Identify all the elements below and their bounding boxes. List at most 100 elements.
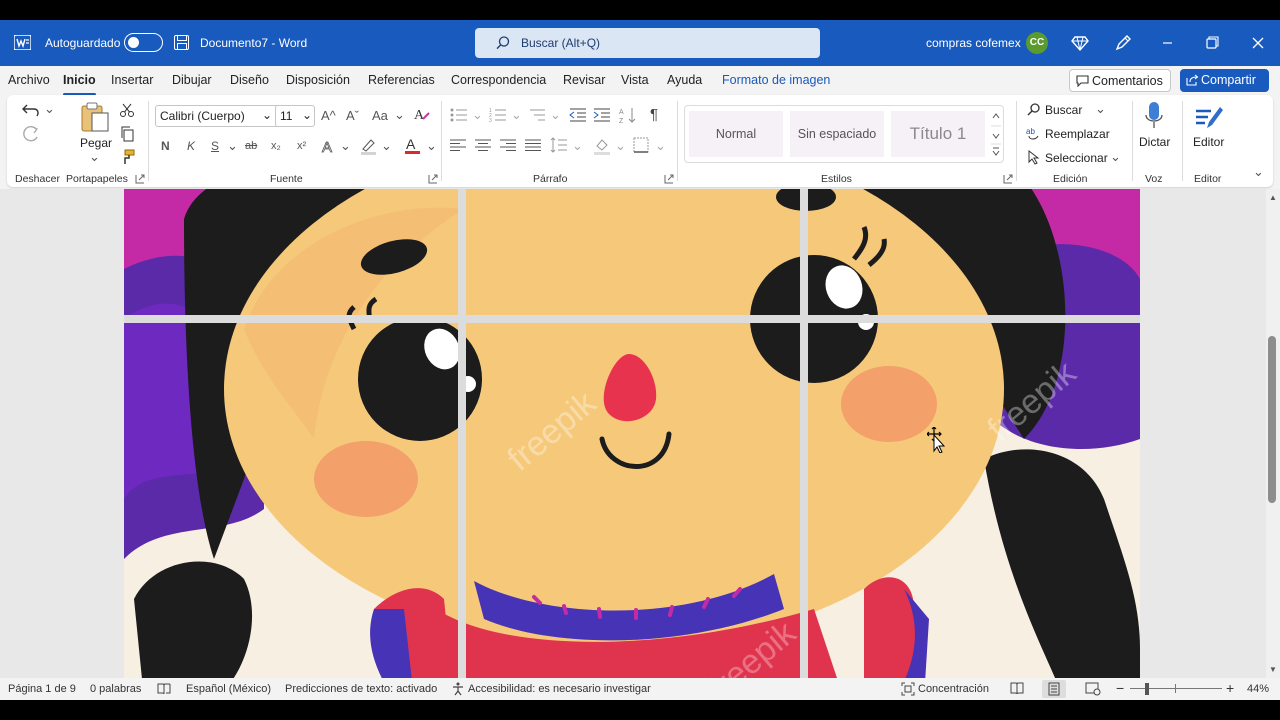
- multilevel-list-icon[interactable]: [528, 108, 546, 122]
- format-painter-icon[interactable]: [119, 149, 135, 165]
- tab-inicio[interactable]: Inicio: [63, 73, 96, 96]
- shading-icon[interactable]: [593, 137, 611, 155]
- styles-launcher-icon[interactable]: [1003, 174, 1013, 184]
- chevron-down-icon[interactable]: ⌄: [572, 138, 583, 154]
- chevron-down-icon[interactable]: ⌄: [394, 107, 405, 123]
- save-icon[interactable]: [174, 35, 189, 50]
- font-color-icon[interactable]: A: [404, 136, 422, 156]
- zoom-slider-track[interactable]: [1130, 688, 1222, 689]
- minimize-button[interactable]: [1152, 30, 1182, 56]
- borders-icon[interactable]: [633, 137, 649, 153]
- document-page[interactable]: freepik freepik freepik: [124, 189, 1140, 678]
- cut-icon[interactable]: [119, 102, 135, 118]
- font-name-select[interactable]: Calibri (Cuerpo) ⌄: [155, 105, 279, 127]
- zoom-in-button[interactable]: +: [1226, 680, 1234, 696]
- shrink-font-button[interactable]: Aˇ: [346, 108, 359, 123]
- chevron-down-icon[interactable]: ⌄: [615, 138, 626, 154]
- restore-button[interactable]: [1197, 30, 1227, 56]
- text-effects-icon[interactable]: A: [321, 137, 337, 155]
- word-logo-icon[interactable]: [14, 35, 31, 50]
- doll-face-image[interactable]: freepik freepik freepik: [124, 189, 1140, 678]
- zoom-level[interactable]: 44%: [1247, 683, 1269, 695]
- grow-font-button[interactable]: A^: [321, 108, 336, 123]
- focus-mode[interactable]: Concentración: [918, 683, 989, 695]
- tab-archivo[interactable]: Archivo: [8, 73, 50, 87]
- tab-dibujar[interactable]: Dibujar: [172, 73, 212, 87]
- numbering-icon[interactable]: 123: [489, 108, 507, 122]
- undo-icon[interactable]: [21, 101, 43, 119]
- font-size-select[interactable]: 11 ⌄: [275, 105, 315, 127]
- align-left-icon[interactable]: [450, 139, 466, 151]
- scroll-down-icon[interactable]: ▼: [1269, 665, 1277, 674]
- paragraph-launcher-icon[interactable]: [664, 174, 674, 184]
- decrease-indent-icon[interactable]: [569, 108, 587, 122]
- replace-button[interactable]: ab Reemplazar: [1026, 126, 1116, 144]
- chevron-down-icon[interactable]: ⌄: [426, 138, 437, 154]
- ribbon-collapse-icon[interactable]: ⌄: [1253, 164, 1264, 180]
- scroll-up-icon[interactable]: ▲: [1269, 193, 1277, 202]
- font-launcher-icon[interactable]: [428, 174, 438, 184]
- tab-referencias[interactable]: Referencias: [368, 73, 435, 87]
- scrollbar-thumb[interactable]: [1268, 336, 1276, 503]
- styles-scroll-icon[interactable]: [990, 107, 1002, 161]
- strikethrough-button[interactable]: ab: [245, 140, 257, 152]
- tab-ayuda[interactable]: Ayuda: [667, 73, 702, 87]
- clear-formatting-icon[interactable]: A: [413, 105, 431, 123]
- vertical-scrollbar[interactable]: ▲ ▼: [1266, 189, 1280, 678]
- copy-icon[interactable]: [119, 126, 135, 142]
- language[interactable]: Español (México): [186, 683, 271, 695]
- tab-disposicion[interactable]: Disposición: [286, 73, 350, 87]
- underline-button[interactable]: S: [211, 139, 219, 153]
- tab-vista[interactable]: Vista: [621, 73, 649, 87]
- undo-dropdown-icon[interactable]: ⌄: [44, 101, 55, 117]
- subscript-button[interactable]: x₂: [271, 140, 281, 152]
- bold-button[interactable]: N: [161, 139, 170, 153]
- chevron-down-icon[interactable]: ⌄: [550, 107, 561, 123]
- accessibility-status[interactable]: Accesibilidad: es necesario investigar: [468, 683, 651, 695]
- page-count[interactable]: Página 1 de 9: [8, 683, 76, 695]
- diamond-icon[interactable]: [1069, 32, 1091, 54]
- proofing-icon[interactable]: [157, 683, 171, 695]
- line-spacing-icon[interactable]: [550, 137, 568, 153]
- clipboard-launcher-icon[interactable]: [135, 174, 145, 184]
- tab-diseno[interactable]: Diseño: [230, 73, 269, 87]
- read-mode-icon[interactable]: [1010, 682, 1024, 695]
- chevron-down-icon[interactable]: ⌄: [655, 138, 666, 154]
- chevron-down-icon[interactable]: ⌄: [340, 138, 351, 154]
- editor-button[interactable]: Editor: [1193, 135, 1224, 149]
- highlight-icon[interactable]: [359, 137, 379, 155]
- pen-icon[interactable]: [1112, 32, 1134, 54]
- chevron-down-icon[interactable]: ⌄: [472, 107, 483, 123]
- tab-insertar[interactable]: Insertar: [111, 73, 153, 87]
- style-heading-1[interactable]: Título 1: [891, 111, 985, 157]
- superscript-button[interactable]: x²: [297, 140, 306, 152]
- account-name[interactable]: compras cofemex: [926, 36, 1021, 50]
- autosave-toggle[interactable]: [124, 33, 163, 52]
- sort-icon[interactable]: AZ: [619, 106, 637, 124]
- chevron-down-icon[interactable]: ⌄: [511, 107, 522, 123]
- text-predictions[interactable]: Predicciones de texto: activado: [285, 683, 437, 695]
- zoom-out-button[interactable]: −: [1116, 680, 1124, 696]
- paste-dropdown-icon[interactable]: ⌄: [89, 149, 100, 165]
- accessibility-icon[interactable]: [451, 682, 465, 696]
- word-count[interactable]: 0 palabras: [90, 683, 141, 695]
- close-button[interactable]: [1243, 30, 1273, 56]
- increase-indent-icon[interactable]: [593, 108, 611, 122]
- dictate-button[interactable]: Dictar: [1139, 135, 1170, 149]
- show-marks-icon[interactable]: ¶: [650, 106, 658, 123]
- style-no-spacing[interactable]: Sin espaciado: [790, 111, 884, 157]
- align-center-icon[interactable]: [475, 139, 491, 151]
- align-right-icon[interactable]: [500, 139, 516, 151]
- comments-button[interactable]: Comentarios: [1069, 69, 1171, 92]
- change-case-button[interactable]: Aa: [372, 108, 388, 123]
- justify-icon[interactable]: [525, 139, 541, 151]
- paste-label[interactable]: Pegar: [80, 136, 112, 150]
- avatar[interactable]: CC: [1026, 32, 1048, 54]
- paste-icon[interactable]: [79, 101, 111, 133]
- search-box[interactable]: Buscar (Alt+Q): [475, 28, 820, 58]
- style-normal[interactable]: Normal: [689, 111, 783, 157]
- tab-correspondencia[interactable]: Correspondencia: [451, 73, 546, 87]
- tab-revisar[interactable]: Revisar: [563, 73, 605, 87]
- tab-formato-de-imagen[interactable]: Formato de imagen: [722, 73, 830, 87]
- web-layout-icon[interactable]: [1085, 682, 1101, 696]
